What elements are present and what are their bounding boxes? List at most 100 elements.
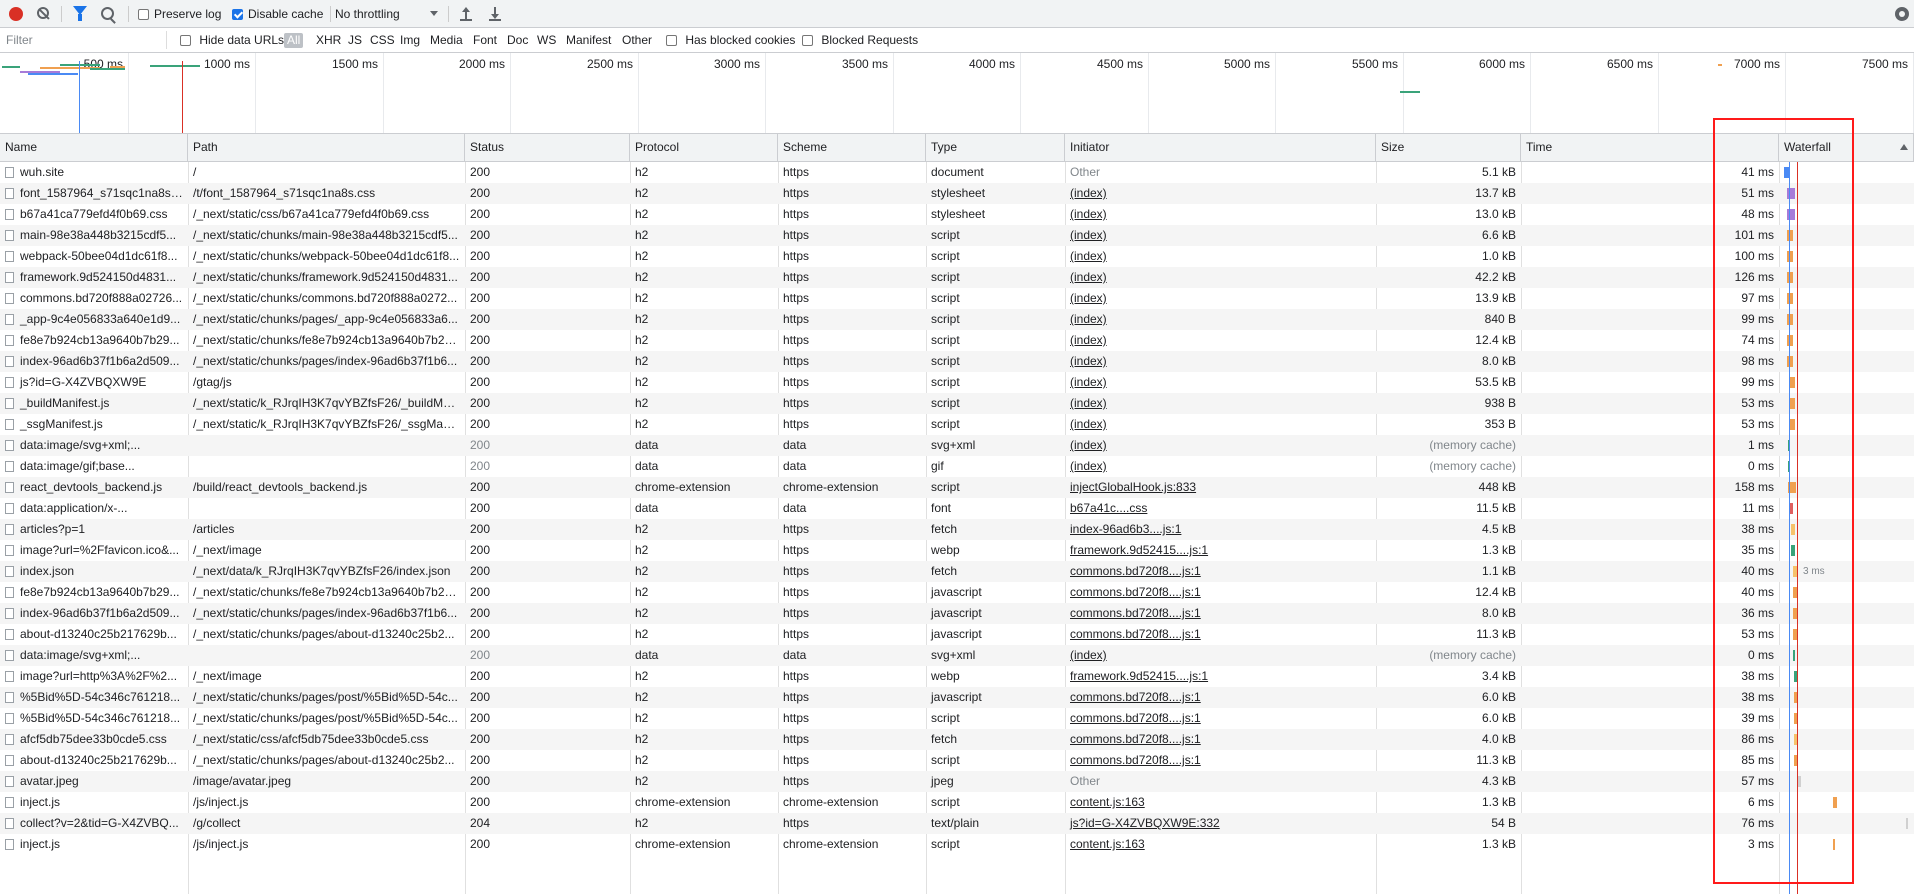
- initiator-link[interactable]: (index): [1070, 648, 1107, 662]
- initiator-link[interactable]: commons.bd720f8....js:1: [1070, 732, 1201, 746]
- record-icon[interactable]: [9, 7, 23, 21]
- table-row[interactable]: _app-9c4e056833a640e1d9... /_next/static/…: [0, 309, 1914, 330]
- initiator-link[interactable]: (index): [1070, 459, 1107, 473]
- initiator-link[interactable]: commons.bd720f8....js:1: [1070, 753, 1201, 767]
- column-header-status[interactable]: Status: [465, 134, 630, 161]
- initiator-link[interactable]: commons.bd720f8....js:1: [1070, 564, 1201, 578]
- initiator-link[interactable]: commons.bd720f8....js:1: [1070, 711, 1201, 725]
- table-row[interactable]: afcf5db75dee33b0cde5.css /_next/static/cs…: [0, 729, 1914, 750]
- gear-icon[interactable]: [1895, 7, 1909, 21]
- initiator-link[interactable]: js?id=G-X4ZVBQXW9E:332: [1070, 816, 1220, 830]
- blocked-requests-toggle[interactable]: Blocked Requests: [802, 28, 918, 53]
- search-icon[interactable]: [101, 7, 114, 20]
- initiator-link[interactable]: (index): [1070, 207, 1107, 221]
- column-header-scheme[interactable]: Scheme: [778, 134, 926, 161]
- initiator-link[interactable]: (index): [1070, 228, 1107, 242]
- sort-ascending-icon[interactable]: [1900, 144, 1908, 150]
- initiator-link[interactable]: injectGlobalHook.js:833: [1070, 480, 1196, 494]
- type-filter-all[interactable]: All: [284, 33, 304, 48]
- column-header-path[interactable]: Path: [188, 134, 465, 161]
- table-row[interactable]: %5Bid%5D-54c346c761218... /_next/static/c…: [0, 687, 1914, 708]
- table-row[interactable]: inject.js/js/inject.js 200 chrome-extensio…: [0, 792, 1914, 813]
- table-row[interactable]: _buildManifest.js /_next/static/k_RJrqIH3…: [0, 393, 1914, 414]
- initiator-link[interactable]: content.js:163: [1070, 837, 1145, 851]
- table-row[interactable]: about-d13240c25b217629b... /_next/static/…: [0, 750, 1914, 771]
- table-row[interactable]: index-96ad6b37f1b6a2d509... /_next/static…: [0, 603, 1914, 624]
- table-row[interactable]: image?url=http%3A%2F%2... /_next/image 200…: [0, 666, 1914, 687]
- hide-data-urls-toggle[interactable]: Hide data URLs: [180, 28, 284, 53]
- table-row[interactable]: b67a41ca779efd4f0b69.css /_next/static/cs…: [0, 204, 1914, 225]
- table-row[interactable]: webpack-50bee04d1dc61f8... /_next/static/…: [0, 246, 1914, 267]
- table-row[interactable]: index.json /_next/data/k_RJrqIH3K7qvYBZfs…: [0, 561, 1914, 582]
- initiator-link[interactable]: framework.9d52415....js:1: [1070, 669, 1208, 683]
- table-row[interactable]: data:image/svg+xml;... 200 data data svg+xml…: [0, 645, 1914, 666]
- initiator-link[interactable]: (index): [1070, 186, 1107, 200]
- export-har-icon[interactable]: [489, 7, 501, 21]
- type-filter-font[interactable]: Font: [470, 33, 500, 48]
- table-row[interactable]: font_1587964_s71sqc1na8s.css/t/font_1587…: [0, 183, 1914, 204]
- initiator-link[interactable]: commons.bd720f8....js:1: [1070, 627, 1201, 641]
- chevron-down-icon[interactable]: [430, 11, 438, 16]
- hide-data-urls-checkbox[interactable]: [180, 35, 191, 47]
- table-row[interactable]: collect?v=2&tid=G-X4ZVBQ... /g/collect 204…: [0, 813, 1914, 834]
- initiator-link[interactable]: (index): [1070, 249, 1107, 263]
- has-blocked-cookies-toggle[interactable]: Has blocked cookies: [666, 28, 795, 53]
- disable-cache-checkbox[interactable]: [232, 8, 243, 20]
- throttling-select[interactable]: No throttling: [335, 6, 400, 22]
- type-filter-xhr[interactable]: XHR: [313, 33, 344, 48]
- initiator-link[interactable]: (index): [1070, 291, 1107, 305]
- type-filter-css[interactable]: CSS: [367, 33, 398, 48]
- column-header-type[interactable]: Type: [926, 134, 1065, 161]
- table-row[interactable]: fe8e7b924cb13a9640b7b29... /_next/static/…: [0, 330, 1914, 351]
- initiator-link[interactable]: commons.bd720f8....js:1: [1070, 690, 1201, 704]
- table-row[interactable]: data:application/x-... 200 data data font b67…: [0, 498, 1914, 519]
- column-header-initiator[interactable]: Initiator: [1065, 134, 1376, 161]
- column-header-protocol[interactable]: Protocol: [630, 134, 778, 161]
- type-filter-ws[interactable]: WS: [534, 33, 559, 48]
- clear-icon[interactable]: [37, 7, 49, 19]
- initiator-link[interactable]: commons.bd720f8....js:1: [1070, 585, 1201, 599]
- table-row[interactable]: framework.9d524150d4831... /_next/static/…: [0, 267, 1914, 288]
- table-row[interactable]: _ssgManifest.js /_next/static/k_RJrqIH3K7…: [0, 414, 1914, 435]
- column-header-name[interactable]: Name: [0, 134, 188, 161]
- initiator-link[interactable]: b67a41c....css: [1070, 501, 1147, 515]
- column-header-size[interactable]: Size: [1376, 134, 1521, 161]
- initiator-link[interactable]: (index): [1070, 333, 1107, 347]
- type-filter-js[interactable]: JS: [345, 33, 365, 48]
- table-row[interactable]: about-d13240c25b217629b... /_next/static/…: [0, 624, 1914, 645]
- table-row[interactable]: js?id=G-X4ZVBQXW9E/gtag/js 200 h2 https scri…: [0, 372, 1914, 393]
- initiator-link[interactable]: (index): [1070, 396, 1107, 410]
- import-har-icon[interactable]: [460, 7, 472, 21]
- initiator-link[interactable]: commons.bd720f8....js:1: [1070, 606, 1201, 620]
- initiator-link[interactable]: framework.9d52415....js:1: [1070, 543, 1208, 557]
- table-row[interactable]: main-98e38a448b3215cdf5... /_next/static/…: [0, 225, 1914, 246]
- table-row[interactable]: commons.bd720f888a02726... /_next/static/…: [0, 288, 1914, 309]
- type-filter-doc[interactable]: Doc: [504, 33, 531, 48]
- type-filter-media[interactable]: Media: [427, 33, 466, 48]
- initiator-link[interactable]: content.js:163: [1070, 795, 1145, 809]
- type-filter-other[interactable]: Other: [619, 33, 655, 48]
- initiator-link[interactable]: (index): [1070, 417, 1107, 431]
- type-filter-manifest[interactable]: Manifest: [563, 33, 614, 48]
- preserve-log-checkbox[interactable]: [138, 8, 149, 20]
- initiator-link[interactable]: (index): [1070, 354, 1107, 368]
- initiator-link[interactable]: (index): [1070, 438, 1107, 452]
- table-row[interactable]: articles?p=1/articles 200 h2 https fetch inde…: [0, 519, 1914, 540]
- disable-cache-toggle[interactable]: Disable cache: [232, 0, 323, 28]
- table-row[interactable]: wuh.site/200 h2 https document Other 5.1 kB 41…: [0, 162, 1914, 183]
- table-row[interactable]: data:image/gif;base... 200 data data gif (ind…: [0, 456, 1914, 477]
- preserve-log-toggle[interactable]: Preserve log: [138, 0, 221, 28]
- table-row[interactable]: image?url=%2Ffavicon.ico&... /_next/image…: [0, 540, 1914, 561]
- table-row[interactable]: data:image/svg+xml;... 200 data data svg+xml…: [0, 435, 1914, 456]
- initiator-link[interactable]: (index): [1070, 270, 1107, 284]
- initiator-link[interactable]: (index): [1070, 375, 1107, 389]
- table-row[interactable]: inject.js/js/inject.js 200 chrome-extensio…: [0, 834, 1914, 855]
- timeline-overview[interactable]: 500 ms 1000 ms 1500 ms 2000 ms 2500 ms 3000 m…: [0, 53, 1914, 134]
- table-row[interactable]: react_devtools_backend.js/build/react_de…: [0, 477, 1914, 498]
- type-filter-img[interactable]: Img: [397, 33, 423, 48]
- filter-input[interactable]: [0, 31, 167, 49]
- filter-icon[interactable]: [73, 6, 87, 21]
- table-row[interactable]: %5Bid%5D-54c346c761218... /_next/static/c…: [0, 708, 1914, 729]
- initiator-link[interactable]: index-96ad6b3....js:1: [1070, 522, 1181, 536]
- blocked-requests-checkbox[interactable]: [802, 35, 813, 47]
